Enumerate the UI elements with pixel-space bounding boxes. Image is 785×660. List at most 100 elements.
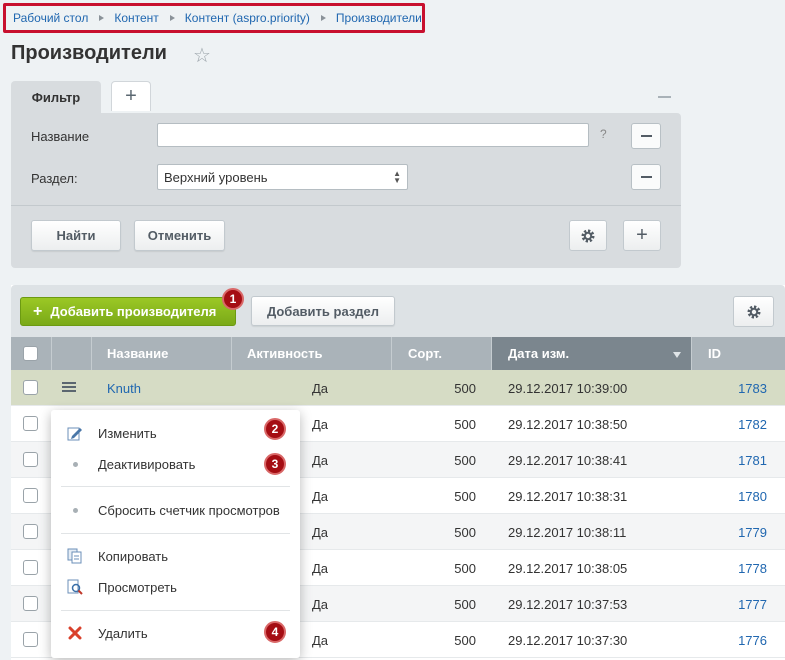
add-manufacturer-button[interactable]: + Добавить производителя [20, 297, 236, 326]
cell-date: 29.12.2017 10:39:00 [508, 380, 628, 396]
row-checkbox[interactable] [23, 488, 38, 503]
row-checkbox[interactable] [23, 380, 38, 395]
menu-item-copy[interactable]: Копировать [51, 541, 300, 571]
help-icon[interactable]: ? [600, 127, 607, 141]
cell-active: Да [312, 380, 329, 396]
cell-id[interactable]: 1780 [692, 478, 767, 514]
cell-sort: 500 [454, 452, 476, 468]
cell-active: Да [312, 596, 329, 612]
cell-sort: 500 [454, 524, 476, 540]
cell-id[interactable]: 1777 [692, 586, 767, 622]
add-filter-tab-button[interactable]: + [111, 81, 151, 111]
cell-active: Да [312, 560, 329, 576]
section-select-value: Верхний уровень [164, 169, 268, 185]
cell-id[interactable]: 1779 [692, 514, 767, 550]
row-checkbox[interactable] [23, 632, 38, 647]
menu-item-view[interactable]: Просмотреть [51, 572, 300, 602]
breadcrumb: Рабочий стол Контент Контент (aspro.prio… [3, 3, 425, 33]
row-checkbox[interactable] [23, 524, 38, 539]
remove-name-field-button[interactable] [631, 123, 661, 149]
collapse-filter-icon[interactable] [658, 96, 671, 98]
actions-column-header [52, 337, 92, 370]
page-title: Производители [11, 42, 167, 64]
section-label: Раздел: [31, 171, 78, 186]
cell-sort: 500 [454, 488, 476, 504]
cell-date: 29.12.2017 10:37:30 [508, 632, 628, 648]
grid-settings-button[interactable] [733, 296, 774, 327]
table-row[interactable]: Knuth Да 500 29.12.2017 10:39:00 1783 [11, 370, 785, 406]
grid-toolbar: + Добавить производителя Добавить раздел [11, 285, 785, 337]
breadcrumb-content[interactable]: Контент [114, 11, 158, 25]
menu-item-deactivate[interactable]: Деактивировать [51, 449, 300, 479]
menu-item-label: Деактивировать [98, 456, 196, 472]
row-checkbox[interactable] [23, 416, 38, 431]
delete-icon [68, 626, 82, 640]
menu-item-reset-counter[interactable]: Сбросить счетчик просмотров [51, 495, 300, 525]
cell-active: Да [312, 488, 329, 504]
cell-id[interactable]: 1782 [692, 406, 767, 442]
breadcrumb-desktop[interactable]: Рабочий стол [13, 11, 88, 25]
column-header-name[interactable]: Название [92, 337, 232, 370]
cell-sort: 500 [454, 596, 476, 612]
badge-2: 2 [264, 418, 286, 440]
gear-icon [747, 305, 760, 318]
minus-icon [640, 135, 652, 137]
cell-date: 29.12.2017 10:38:11 [508, 524, 627, 540]
breadcrumb-content-aspro[interactable]: Контент (aspro.priority) [185, 11, 310, 25]
section-select[interactable]: Верхний уровень ▲ ▼ [157, 164, 408, 190]
column-header-sort[interactable]: Сорт. [392, 337, 492, 370]
add-filter-field-button[interactable]: + [623, 220, 661, 251]
add-section-button[interactable]: Добавить раздел [251, 296, 395, 326]
menu-item-label: Просмотреть [98, 579, 177, 595]
row-checkbox[interactable] [23, 560, 38, 575]
minus-icon [640, 176, 652, 178]
menu-divider [61, 533, 290, 534]
plus-icon: + [33, 302, 43, 320]
cell-sort: 500 [454, 416, 476, 432]
menu-item-label: Изменить [98, 425, 157, 441]
row-checkbox[interactable] [23, 452, 38, 467]
breadcrumb-separator-icon [320, 15, 326, 21]
cancel-button[interactable]: Отменить [134, 220, 225, 251]
cell-active: Да [312, 416, 329, 432]
breadcrumb-separator-icon [99, 15, 105, 21]
menu-item-edit[interactable]: Изменить [51, 418, 300, 448]
remove-section-field-button[interactable] [631, 164, 661, 190]
column-header-id[interactable]: ID [692, 337, 785, 370]
breadcrumb-separator-icon [169, 15, 175, 21]
column-header-date[interactable]: Дата изм. [492, 337, 692, 370]
cell-id[interactable]: 1776 [692, 622, 767, 658]
find-button[interactable]: Найти [31, 220, 121, 251]
star-icon[interactable]: ☆ [193, 43, 211, 68]
breadcrumb-manufacturers[interactable]: Производители [336, 11, 422, 25]
row-actions-menu-icon[interactable] [62, 382, 76, 393]
cell-sort: 500 [454, 632, 476, 648]
plus-icon: + [636, 224, 648, 246]
cell-id[interactable]: 1781 [692, 442, 767, 478]
select-all-checkbox[interactable] [23, 346, 38, 361]
name-input[interactable] [157, 123, 589, 147]
menu-item-label: Удалить [98, 625, 148, 641]
row-checkbox[interactable] [23, 596, 38, 611]
cell-id[interactable]: 1778 [692, 550, 767, 586]
column-header-active[interactable]: Активность [232, 337, 392, 370]
menu-divider [61, 486, 290, 487]
cell-sort: 500 [454, 560, 476, 576]
cell-active: Да [312, 524, 329, 540]
cell-active: Да [312, 452, 329, 468]
cell-date: 29.12.2017 10:37:53 [508, 596, 628, 612]
tab-filter[interactable]: Фильтр [11, 81, 101, 113]
context-menu: Изменить Деактивировать Сбросить счетчик… [51, 410, 300, 658]
filter-divider [11, 205, 681, 206]
badge-4: 4 [264, 621, 286, 643]
cell-date: 29.12.2017 10:38:50 [508, 416, 628, 432]
menu-item-delete[interactable]: Удалить [51, 618, 300, 648]
table-header: Название Активность Сорт. Дата изм. ID [11, 337, 785, 370]
menu-item-label: Сбросить счетчик просмотров [98, 502, 280, 518]
cell-id[interactable]: 1783 [692, 370, 767, 406]
menu-divider [61, 610, 290, 611]
bullet-icon [73, 462, 78, 467]
add-manufacturer-label: Добавить производителя [50, 304, 217, 319]
cell-name[interactable]: Knuth [107, 370, 227, 406]
filter-settings-button[interactable] [569, 220, 607, 251]
